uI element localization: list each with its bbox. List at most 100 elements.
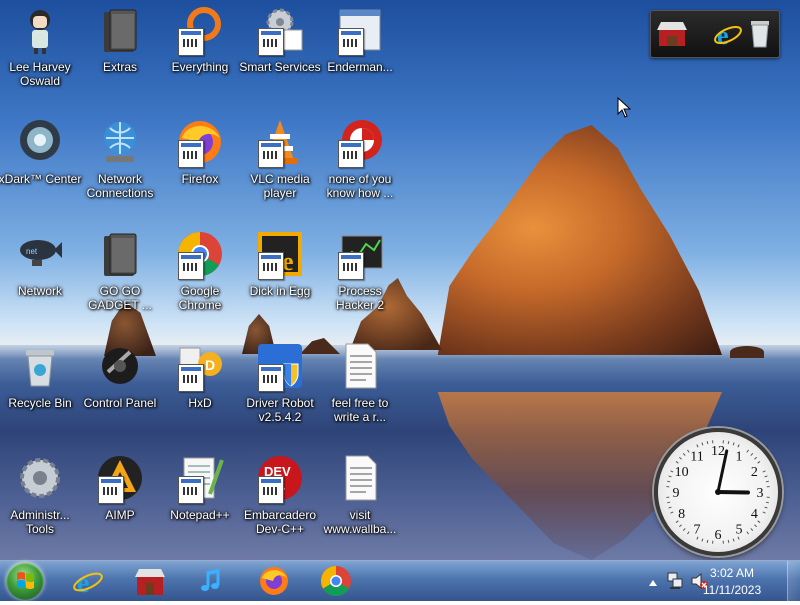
clock-tick xyxy=(728,540,729,543)
clock-numeral: 1 xyxy=(736,450,743,465)
clock-center-pin xyxy=(715,489,721,495)
clock-tick xyxy=(763,471,766,472)
clock-time[interactable]: 3:02 AM xyxy=(690,566,774,580)
mouse-cursor-icon xyxy=(617,97,631,124)
show-desktop-button[interactable] xyxy=(787,561,800,601)
svg-text:net: net xyxy=(26,247,38,256)
clock-tick xyxy=(669,507,672,508)
clock-date[interactable]: 11/11/2023 xyxy=(690,583,774,597)
desktop-icon-driver-robot[interactable]: Driver Robot v2.5.4.2 xyxy=(238,336,322,440)
desktop-icon-visit-wallpaper[interactable]: visit www.wallba... xyxy=(318,448,402,552)
clock-numeral: 4 xyxy=(751,507,758,522)
taskbar-music[interactable] xyxy=(196,565,228,597)
network-icon[interactable] xyxy=(666,571,684,596)
desktop-icon-control-panel[interactable]: Control Panel xyxy=(78,336,162,440)
desktop-icon-enderman[interactable]: Enderman... xyxy=(318,0,402,104)
network-globe-icon xyxy=(96,118,144,166)
taskbar-store[interactable] xyxy=(134,565,166,597)
start-button[interactable] xyxy=(6,562,44,600)
recycle-bin-icon[interactable] xyxy=(747,19,773,49)
text-document-icon xyxy=(336,342,384,390)
desktop-icon-everything[interactable]: Everything xyxy=(158,0,242,104)
desktop-icon-none-of-you[interactable]: none of you know how ... xyxy=(318,112,402,216)
clock-face: 123456789101112 xyxy=(658,432,778,552)
desktop-icon-smart-services[interactable]: Smart Services xyxy=(238,0,322,104)
desktop-icon-network-connections[interactable]: Network Connections xyxy=(78,112,162,216)
desktop-icon-recycle-bin[interactable]: Recycle Bin xyxy=(0,336,82,440)
internet-explorer-icon[interactable]: e xyxy=(713,19,743,49)
desktop-icon-network[interactable]: net Network xyxy=(0,224,82,328)
clock-numeral: 7 xyxy=(694,522,701,537)
icon-label: GO GO GADGET ... xyxy=(78,284,162,312)
clock-tick xyxy=(667,481,670,482)
desktop-icon-process-hacker[interactable]: Process Hacker 2 xyxy=(318,224,402,328)
icon-label: feel free to write a r... xyxy=(318,396,402,424)
folder-icon xyxy=(96,230,144,278)
firefox-icon xyxy=(258,565,290,597)
desktop-icon-aimp[interactable]: AIMP xyxy=(78,448,162,552)
desktop-icon-extras[interactable]: Extras xyxy=(78,0,162,104)
clock-tick xyxy=(758,461,760,463)
clock-tick xyxy=(676,521,678,523)
desktop-icon-xdark-center[interactable]: xDark™ Center xyxy=(0,112,82,216)
taskbar-chrome[interactable] xyxy=(320,565,352,597)
shortcut-overlay-icon xyxy=(258,364,284,392)
clock-tick xyxy=(765,476,768,477)
launcher-gadget[interactable]: e xyxy=(650,10,780,58)
desktop-icon-feel-free[interactable]: feel free to write a r... xyxy=(318,336,402,440)
taskbar-internet-explorer[interactable]: e xyxy=(72,565,104,597)
process-monitor-icon xyxy=(336,230,384,278)
clock-numeral: 10 xyxy=(675,465,689,480)
shortcut-overlay-icon xyxy=(98,476,124,504)
blimp-icon: net xyxy=(16,230,64,278)
clock-tick xyxy=(707,441,708,444)
desktop-icon-administrative-tools[interactable]: Administr... Tools xyxy=(0,448,82,552)
store-icon[interactable] xyxy=(657,20,687,48)
shortcut-overlay-icon xyxy=(338,252,364,280)
desktop-icon-hxd[interactable]: D HxD xyxy=(158,336,242,440)
desktop-icon-vlc[interactable]: VLC media player xyxy=(238,112,322,216)
desktop-icon-google-chrome[interactable]: Google Chrome xyxy=(158,224,242,328)
clock-tick xyxy=(733,539,734,542)
icon-label: Dick in Egg xyxy=(238,284,322,298)
desktop-icon-go-go-gadget[interactable]: GO GO GADGET ... xyxy=(78,224,162,328)
clock-tick xyxy=(754,457,756,459)
icon-label: Embarcadero Dev-C++ xyxy=(238,508,322,536)
desktop-icon-dick-in-egg[interactable]: e Dick in Egg xyxy=(238,224,322,328)
shortcut-overlay-icon xyxy=(258,252,284,280)
icon-label: Firefox xyxy=(158,172,242,186)
clock-tick xyxy=(697,444,698,447)
gears-icon xyxy=(256,6,304,54)
shortcut-overlay-icon xyxy=(258,140,284,168)
clock-hour-hand xyxy=(718,492,748,493)
icon-label: Control Panel xyxy=(78,396,162,410)
hex-editor-icon: D xyxy=(176,342,224,390)
clock-tick xyxy=(728,441,729,444)
clock-tick xyxy=(667,502,670,503)
aimp-icon xyxy=(96,454,144,502)
icon-label: Lee Harvey Oswald xyxy=(0,60,82,88)
clock-tick xyxy=(669,476,672,477)
clock-numeral: 6 xyxy=(715,528,722,543)
show-hidden-icons-arrow[interactable] xyxy=(648,575,658,593)
clock-tick xyxy=(687,450,689,452)
icon-label: visit www.wallba... xyxy=(318,508,402,536)
clock-gadget[interactable]: 123456789101112 xyxy=(654,428,782,556)
desktop-icon-firefox[interactable]: Firefox xyxy=(158,112,242,216)
icon-label: Driver Robot v2.5.4.2 xyxy=(238,396,322,424)
taskbar-firefox[interactable] xyxy=(258,565,290,597)
icon-label: Enderman... xyxy=(318,60,402,74)
desktop-icon-dev-cpp[interactable]: DEV+ Embarcadero Dev-C++ xyxy=(238,448,322,552)
anime-character-icon xyxy=(16,6,64,54)
desktop-icon-notepad-plus-plus[interactable]: Notepad++ xyxy=(158,448,242,552)
xdark-icon xyxy=(16,118,64,166)
clock-tick xyxy=(747,532,749,534)
window-icon xyxy=(336,6,384,54)
icon-label: VLC media player xyxy=(238,172,322,200)
desktop-icon-lee-harvey-oswald[interactable]: Lee Harvey Oswald xyxy=(0,0,82,104)
shortcut-overlay-icon xyxy=(258,476,284,504)
clock-tick xyxy=(733,443,734,446)
text-document-icon xyxy=(336,454,384,502)
clock-numeral: 8 xyxy=(678,507,685,522)
icon-label: Everything xyxy=(158,60,242,74)
